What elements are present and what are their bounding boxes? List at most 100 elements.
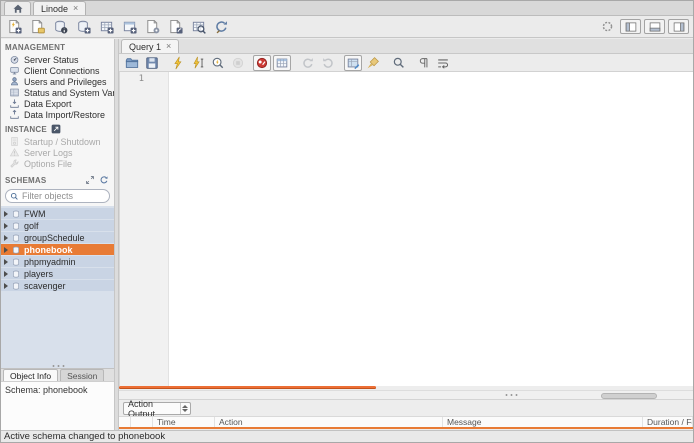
home-tab[interactable] <box>4 1 31 15</box>
schema-item-players[interactable]: players <box>1 268 114 280</box>
query-tab[interactable]: Query 1 × <box>121 39 179 53</box>
sidebar-item-users-and-privileges[interactable]: Users and Privileges <box>1 76 114 87</box>
schema-item-groupschedule[interactable]: groupSchedule <box>1 232 114 244</box>
inspect-database-icon <box>53 19 68 34</box>
close-icon[interactable]: × <box>166 42 171 51</box>
sql-editor-canvas[interactable] <box>169 72 693 386</box>
create-procedure-button[interactable] <box>143 18 162 36</box>
expand-schemas-icon[interactable] <box>85 175 95 185</box>
tab-session[interactable]: Session <box>60 369 104 381</box>
column-header-blank-0[interactable] <box>119 417 131 427</box>
data-export-icon <box>9 98 20 109</box>
tab-object-info[interactable]: Object Info <box>3 369 58 381</box>
sidebar-item-server-status[interactable]: Server Status <box>1 54 114 65</box>
refresh-schemas-icon[interactable] <box>99 175 109 185</box>
splitter-grip-icon <box>504 394 518 396</box>
open-sql-script-button[interactable] <box>28 18 47 36</box>
save-sql-icon <box>145 56 159 70</box>
column-header-blank-1[interactable] <box>131 417 153 427</box>
schema-name: scavenger <box>24 281 66 291</box>
column-header-action[interactable]: Action <box>215 417 443 427</box>
toggle-left-sidebar-button[interactable] <box>620 19 641 34</box>
execute-current-statement-button[interactable] <box>189 55 207 71</box>
create-function-button[interactable] <box>166 18 185 36</box>
main-toolbar-icons <box>5 18 231 36</box>
action-output-bar: Action Output <box>119 400 693 416</box>
schema-item-phonebook[interactable]: phonebook <box>1 244 114 256</box>
find-in-editor-button[interactable] <box>390 55 408 71</box>
sidebar-item-server-logs: Server Logs <box>1 147 114 158</box>
toggle-bottom-panel-button[interactable] <box>644 19 665 34</box>
schemas-header-icons <box>85 175 109 185</box>
expander-icon[interactable] <box>4 235 8 241</box>
toggle-right-sidebar-button[interactable] <box>668 19 689 34</box>
sidebar-item-label: Status and System Variables <box>24 88 114 98</box>
toggle-autocommit-button[interactable] <box>344 55 362 71</box>
toggle-left-sidebar-icon <box>625 21 637 33</box>
limit-rows-icon <box>275 56 289 70</box>
expander-icon[interactable] <box>4 283 8 289</box>
execute-query-icon <box>171 56 185 70</box>
query-tab-label: Query 1 <box>129 42 161 52</box>
expander-icon[interactable] <box>4 223 8 229</box>
schema-item-fwm[interactable]: FWM <box>1 208 114 220</box>
save-sql-button[interactable] <box>143 55 161 71</box>
column-header-duration-fetch[interactable]: Duration / Fetch <box>643 417 693 427</box>
status-bar: Active schema changed to phonebook <box>1 430 693 442</box>
expander-icon[interactable] <box>4 271 8 277</box>
sidebar-item-label: Client Connections <box>24 66 100 76</box>
schema-icon <box>11 269 21 279</box>
data-import-icon <box>9 109 20 120</box>
close-icon[interactable]: × <box>73 4 78 13</box>
sidebar-item-status-and-system-variables[interactable]: Status and System Variables <box>1 87 114 98</box>
schema-item-golf[interactable]: golf <box>1 220 114 232</box>
clear-query-button[interactable] <box>364 55 382 71</box>
explain-plan-button[interactable] <box>209 55 227 71</box>
execute-query-button[interactable] <box>169 55 187 71</box>
mysql-workbench-window: Linode × MANAGEMENTServer StatusClient C… <box>0 0 694 443</box>
create-schema-icon <box>76 19 91 34</box>
toggle-invisible-characters-button[interactable] <box>414 55 432 71</box>
expander-icon[interactable] <box>4 247 8 253</box>
schema-name: golf <box>24 221 39 231</box>
output-hscrollbar-thumb[interactable] <box>601 393 657 399</box>
sidebar-item-data-export[interactable]: Data Export <box>1 98 114 109</box>
section-header-management: MANAGEMENT <box>1 39 114 54</box>
create-view-button[interactable] <box>120 18 139 36</box>
sidebar-bottom-tabs: Object InfoSession <box>1 368 114 381</box>
sidebar-item-client-connections[interactable]: Client Connections <box>1 65 114 76</box>
sidebar-item-startup-shutdown: Startup / Shutdown <box>1 136 114 147</box>
toggle-stop-on-error-button[interactable] <box>253 55 271 71</box>
schema-item-phpmyadmin[interactable]: phpmyadmin <box>1 256 114 268</box>
reconnect-dbms-button[interactable] <box>212 18 231 36</box>
connection-tab-linode[interactable]: Linode × <box>33 1 86 15</box>
inspect-database-button[interactable] <box>51 18 70 36</box>
open-sql-file-button[interactable] <box>123 55 141 71</box>
execute-current-statement-icon <box>191 56 205 70</box>
new-sql-tab-button[interactable] <box>5 18 24 36</box>
column-header-message[interactable]: Message <box>443 417 643 427</box>
column-header-time[interactable]: Time <box>153 417 215 427</box>
expander-icon[interactable] <box>4 259 8 265</box>
create-schema-button[interactable] <box>74 18 93 36</box>
search-data-button[interactable] <box>189 18 208 36</box>
schema-item-scavenger[interactable]: scavenger <box>1 280 114 292</box>
reconnect-dbms-icon <box>214 19 229 34</box>
create-table-icon <box>99 19 114 34</box>
stop-query-icon <box>231 56 245 70</box>
activity-indicator <box>598 18 617 36</box>
schema-icon <box>11 221 21 231</box>
toggle-word-wrap-button[interactable] <box>434 55 452 71</box>
sidebar-item-data-import-restore[interactable]: Data Import/Restore <box>1 109 114 120</box>
editor-hscrollbar-thumb[interactable] <box>119 386 376 389</box>
schema-filter-input[interactable] <box>22 191 102 201</box>
create-table-button[interactable] <box>97 18 116 36</box>
users-icon <box>9 76 20 87</box>
toggle-autocommit-icon <box>346 56 360 70</box>
sidebar-item-label: Startup / Shutdown <box>24 137 101 147</box>
limit-rows-button[interactable] <box>273 55 291 71</box>
main-toolbar-right <box>598 18 689 36</box>
schemas-header: SCHEMAS <box>1 169 114 187</box>
output-view-dropdown[interactable]: Action Output <box>123 402 191 415</box>
expander-icon[interactable] <box>4 211 8 217</box>
